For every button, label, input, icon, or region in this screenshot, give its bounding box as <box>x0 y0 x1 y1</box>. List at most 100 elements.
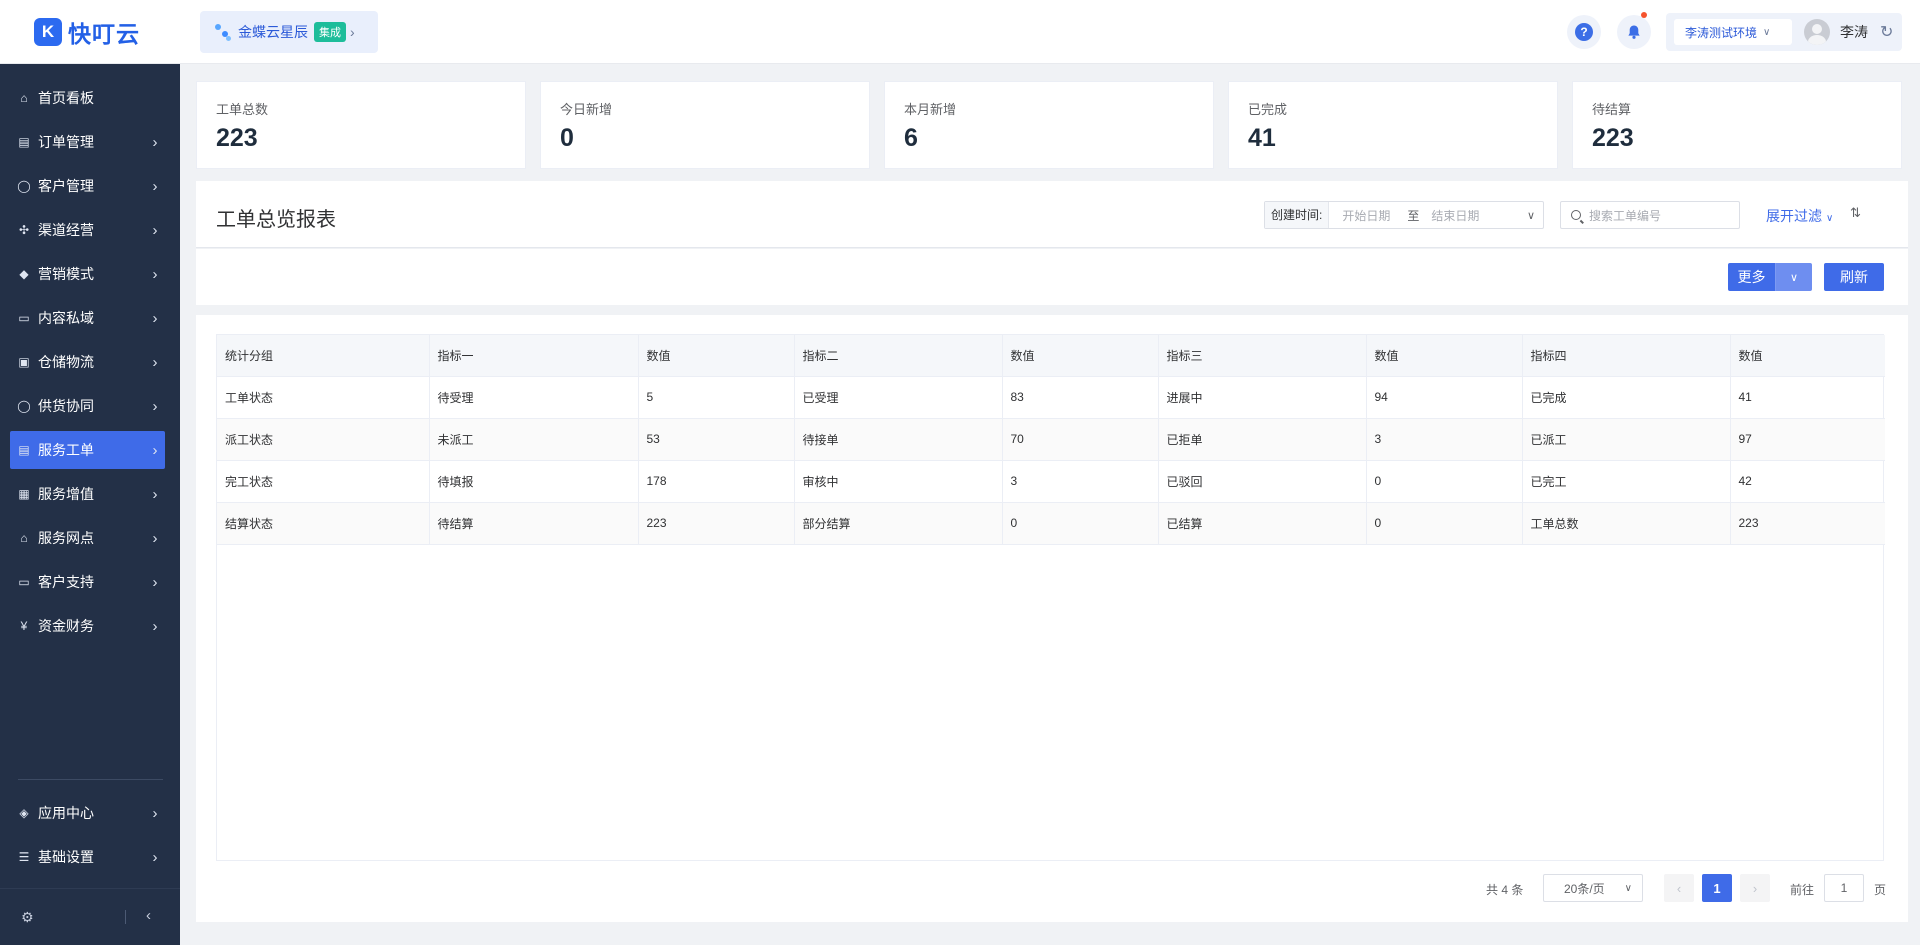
column-header: 数值 <box>1366 335 1523 377</box>
pagination-total: 共 4 条 <box>1486 883 1524 897</box>
chevron-right-icon: › <box>152 804 158 822</box>
order-search-input[interactable]: 搜索工单编号 <box>1560 201 1740 229</box>
notification-button[interactable] <box>1617 12 1651 49</box>
start-date-input[interactable]: 开始日期 <box>1329 207 1403 224</box>
table-header-row: 统计分组 指标一 数值 指标二 数值 指标三 数值 指标四 数值 <box>217 335 1885 377</box>
sidebar-item[interactable]: ▭ 内容私域 › <box>10 299 165 337</box>
chevron-right-icon: › <box>152 309 158 327</box>
report-toolbar: 更多 ∨ 刷新 <box>196 249 1908 305</box>
report-table: 统计分组 指标一 数值 指标二 数值 指标三 数值 指标四 数值 工单状态 待受理 5 已受理 83 进展… <box>216 334 1885 861</box>
table-row[interactable]: 工单状态 待受理 5 已受理 83 进展中 94 已完成 41 <box>217 376 1885 419</box>
sidebar-item[interactable]: ◯ 供货协同 › <box>10 387 165 425</box>
collapse-sidebar-icon[interactable]: ‹ <box>146 907 151 924</box>
next-page-button[interactable]: › <box>1740 874 1770 902</box>
sidebar-item[interactable]: ▤ 服务工单 › <box>10 431 165 469</box>
environment-select[interactable]: 李涛测试环境 ∨ <box>1674 19 1792 45</box>
end-date-input[interactable]: 结束日期 <box>1423 207 1519 224</box>
sidebar-item-label: 仓储物流 <box>38 354 94 370</box>
logo-icon: K <box>34 18 62 46</box>
sidebar-item[interactable]: ▭ 客户支持 › <box>10 563 165 601</box>
support-icon: ▭ <box>18 575 30 589</box>
created-date-range[interactable]: 创建时间: 开始日期 至 结束日期 ∨ <box>1264 201 1544 229</box>
sidebar-item-label: 首页看板 <box>38 90 94 106</box>
table-cell: 已派工 <box>1522 418 1731 461</box>
user-name[interactable]: 李涛 <box>1840 22 1868 42</box>
chevron-down-icon[interactable]: ∨ <box>1775 263 1812 291</box>
stat-title: 今日新增 <box>560 102 613 117</box>
stat-card: 已完成 41 <box>1228 81 1558 169</box>
sidebar-item[interactable]: ◈ 应用中心 › <box>10 794 165 832</box>
home-icon: ⌂ <box>20 91 28 105</box>
goto-page-input[interactable]: 1 <box>1824 874 1864 902</box>
pagination: 共 4 条 20条/页 ∨ ‹ 1 › 前往 1 页 <box>196 872 1908 904</box>
sidebar-item[interactable]: ▤ 订单管理 › <box>10 123 165 161</box>
column-header: 数值 <box>1002 335 1159 377</box>
page-size-select[interactable]: 20条/页 ∨ <box>1543 874 1643 902</box>
table-cell: 已完成 <box>1522 376 1731 419</box>
sort-icon[interactable]: ⇅ <box>1850 205 1861 221</box>
sidebar-item[interactable]: ✣ 渠道经营 › <box>10 211 165 249</box>
table-cell: 已结算 <box>1158 502 1367 545</box>
stat-card: 今日新增 0 <box>540 81 870 169</box>
stat-value: 6 <box>904 124 918 152</box>
stat-value: 0 <box>560 124 574 152</box>
app-logo[interactable]: K 快叮云 <box>0 0 180 64</box>
sidebar-item-label: 服务工单 <box>38 442 94 458</box>
avatar[interactable] <box>1804 19 1830 45</box>
chevron-right-icon: › <box>152 529 158 547</box>
chevron-right-icon: › <box>152 353 158 371</box>
help-button[interactable]: ? <box>1567 15 1601 49</box>
more-button-label[interactable]: 更多 <box>1728 263 1775 291</box>
sidebar-item[interactable]: ⌂ 首页看板 <box>10 79 165 117</box>
date-range-label: 创建时间: <box>1265 202 1330 228</box>
sidebar-item[interactable]: ☰ 基础设置 › <box>10 838 165 876</box>
table-panel: 统计分组 指标一 数值 指标二 数值 指标三 数值 指标四 数值 工单状态 待受理 5 已受理 83 进展… <box>196 315 1908 922</box>
table-cell: 待受理 <box>429 376 639 419</box>
chevron-right-icon: › <box>152 397 158 415</box>
user-area: 李涛测试环境 ∨ 李涛 ↻ <box>1666 13 1902 51</box>
table-cell: 0 <box>1366 460 1523 503</box>
table-cell: 70 <box>1002 418 1159 461</box>
settings-gear-icon[interactable]: ⚙ <box>21 909 34 926</box>
supplier-icon: ◯ <box>17 399 31 413</box>
work-order-icon: ▤ <box>18 443 30 457</box>
sidebar-item-label: 客户支持 <box>38 574 94 590</box>
sidebar-item[interactable]: ¥ 资金财务 › <box>10 607 165 645</box>
chevron-left-icon: ‹ <box>1676 880 1682 896</box>
goto-label: 前往 <box>1790 883 1815 897</box>
expand-filter-button[interactable]: 展开过滤 ∨ <box>1766 206 1833 226</box>
org-switcher[interactable]: 金蝶云星辰 集成 › <box>200 11 378 53</box>
table-cell: 待结算 <box>429 502 639 545</box>
sidebar-item[interactable]: ⌂ 服务网点 › <box>10 519 165 557</box>
sidebar-item-label: 资金财务 <box>38 618 94 634</box>
refresh-button[interactable]: 刷新 <box>1824 263 1884 291</box>
chevron-right-icon: › <box>152 133 158 151</box>
table-cell: 178 <box>638 460 795 503</box>
bell-icon <box>1628 25 1640 39</box>
sidebar-item[interactable]: ▣ 仓储物流 › <box>10 343 165 381</box>
date-range-separator: 至 <box>1407 208 1420 223</box>
table-cell: 83 <box>1002 376 1159 419</box>
sidebar-item-label: 营销模式 <box>38 266 94 282</box>
column-header: 数值 <box>1730 335 1885 377</box>
sidebar-item[interactable]: ▦ 服务增值 › <box>10 475 165 513</box>
table-row[interactable]: 结算状态 待结算 223 部分结算 0 已结算 0 工单总数 223 <box>217 502 1885 545</box>
more-button[interactable]: 更多 ∨ <box>1728 263 1812 291</box>
table-row[interactable]: 完工状态 待填报 178 审核中 3 已驳回 0 已完工 42 <box>217 460 1885 503</box>
reload-icon[interactable]: ↻ <box>1880 22 1893 42</box>
chevron-right-icon: › <box>152 617 158 635</box>
prev-page-button[interactable]: ‹ <box>1664 874 1694 902</box>
sidebar-item-label: 基础设置 <box>38 849 94 865</box>
sidebar-item[interactable]: ◯ 客户管理 › <box>10 167 165 205</box>
column-header: 指标三 <box>1158 335 1367 377</box>
chevron-right-icon: › <box>152 221 158 239</box>
sidebar-item-label: 服务网点 <box>38 530 94 546</box>
table-row[interactable]: 派工状态 未派工 53 待接单 70 已拒单 3 已派工 97 <box>217 418 1885 461</box>
table-cell: 未派工 <box>429 418 639 461</box>
column-header: 指标二 <box>794 335 1003 377</box>
page-number-current[interactable]: 1 <box>1702 874 1732 902</box>
table-cell: 94 <box>1366 376 1523 419</box>
tag-icon: ◆ <box>19 267 29 281</box>
sidebar-item[interactable]: ◆ 营销模式 › <box>10 255 165 293</box>
chevron-right-icon: › <box>1752 880 1758 896</box>
